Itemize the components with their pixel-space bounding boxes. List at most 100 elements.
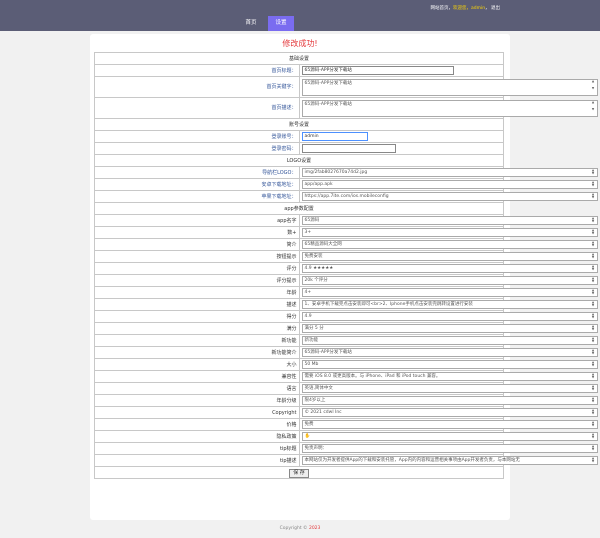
app-setting-label: tip描述 bbox=[94, 454, 300, 467]
app-setting-input[interactable]: 免费 ▲ ▼ bbox=[301, 419, 598, 429]
spinner-arrows-icon[interactable]: ▲ ▼ bbox=[591, 277, 596, 284]
app-setting-input[interactable]: 免责声明： ▲ ▼ bbox=[301, 443, 598, 453]
app-setting-input[interactable]: 4.9 ▲ ▼ bbox=[301, 311, 598, 321]
spinner-arrows-icon[interactable]: ▲ ▼ bbox=[591, 361, 596, 368]
logo-setting-input[interactable]: app/app.apk ▲ ▼ bbox=[301, 179, 598, 189]
app-setting-value: 本网站仅为开发者提供App的下载和安装托管，App内的内容和运营相关事项由App… bbox=[304, 457, 520, 463]
app-setting-row: app名字 65源码 ▲ ▼ bbox=[94, 214, 598, 227]
home-title-input[interactable]: 65源码-APP分发下载站 bbox=[301, 65, 454, 75]
logo-setting-input[interactable]: img/2fab8027670a74d2.jpg ▲ ▼ bbox=[301, 167, 598, 177]
spinner-arrows-icon[interactable]: ▲ ▼ bbox=[591, 181, 596, 188]
spinner-arrows-icon[interactable]: ▲ ▼ bbox=[591, 397, 596, 404]
spinner-arrows-icon[interactable]: ▲ ▼ bbox=[591, 373, 596, 380]
logo-setting-row: 安卓下载地址： app/app.apk ▲ ▼ bbox=[94, 178, 598, 191]
app-setting-row: 语言 英语,简体中文 ▲ ▼ bbox=[94, 382, 598, 395]
app-setting-input[interactable]: 满分 5 分 ▲ ▼ bbox=[301, 323, 598, 333]
app-setting-label: 描述 bbox=[94, 298, 300, 311]
app-setting-label: 满分 bbox=[94, 322, 300, 335]
section-app: app参数配置 bbox=[94, 202, 504, 215]
app-setting-input[interactable]: 免费安装 ▲ ▼ bbox=[301, 251, 598, 261]
app-setting-input[interactable]: 50 Mb ▲ ▼ bbox=[301, 359, 598, 369]
app-setting-input[interactable]: 需要 iOS 8.0 或更高版本。与 iPhone、iPad 和 iPod to… bbox=[301, 371, 598, 381]
app-setting-value: 1、安卓手机下载完点击安装即可<br>2、Iphone手机点击安装完跳转设置进行… bbox=[304, 301, 473, 307]
section-logo: LOGO设置 bbox=[94, 154, 504, 167]
site-home-link[interactable]: 网站首页， bbox=[430, 6, 453, 11]
keywords-textarea[interactable]: 65源码-APP分发下载站 ▲ ▼ bbox=[301, 78, 598, 96]
settings-form: 基础设置 首页标题： 65源码-APP分发下载站 首页关键字： 65源码-APP… bbox=[94, 52, 598, 479]
logo-setting-label: 苹果下载地址： bbox=[94, 190, 300, 203]
app-setting-row: 数+ 3+ ▲ ▼ bbox=[94, 226, 598, 239]
scroll-arrows-icon[interactable]: ▲ ▼ bbox=[591, 79, 596, 95]
logout-link[interactable]: 退出 bbox=[491, 6, 500, 11]
logo-setting-label: 导航栏LOGO： bbox=[94, 166, 300, 179]
app-setting-input[interactable]: 1、安卓手机下载完点击安装即可<br>2、Iphone手机点击安装完跳转设置进行… bbox=[301, 299, 598, 309]
app-setting-input[interactable]: 65源码 ▲ ▼ bbox=[301, 215, 598, 225]
app-setting-value: 20k 个评分 bbox=[304, 277, 328, 283]
spinner-arrows-icon[interactable]: ▲ ▼ bbox=[591, 337, 596, 344]
app-setting-input[interactable]: 限4岁以上 ▲ ▼ bbox=[301, 395, 598, 405]
spinner-arrows-icon[interactable]: ▲ ▼ bbox=[591, 265, 596, 272]
app-setting-label: 新功能简介 bbox=[94, 346, 300, 359]
section-title: 基础设置 bbox=[94, 52, 504, 65]
app-setting-input[interactable]: 4.9 ★★★★★ ▲ ▼ bbox=[301, 263, 598, 273]
app-setting-row: 评分 4.9 ★★★★★ ▲ ▼ bbox=[94, 262, 598, 275]
app-setting-row: tip标题 免责声明： ▲ ▼ bbox=[94, 442, 598, 455]
spinner-arrows-icon[interactable]: ▲ ▼ bbox=[591, 241, 596, 248]
app-setting-row: 年龄 4+ ▲ ▼ bbox=[94, 286, 598, 299]
spinner-arrows-icon[interactable]: ▲ ▼ bbox=[591, 325, 596, 332]
spinner-arrows-icon[interactable]: ▲ ▼ bbox=[591, 313, 596, 320]
app-setting-label: 价格 bbox=[94, 418, 300, 431]
login-password-input[interactable] bbox=[301, 143, 396, 153]
app-setting-input[interactable]: 65源码-APP分发下载站 ▲ ▼ bbox=[301, 347, 598, 357]
description-text: 65源码-APP分发下载站 bbox=[304, 101, 352, 107]
section-title: LOGO设置 bbox=[94, 154, 504, 167]
spinner-arrows-icon[interactable]: ▲ ▼ bbox=[591, 217, 596, 224]
login-account-input[interactable]: admin bbox=[301, 131, 368, 141]
app-setting-row: Copyright © 2021 cdwl Inc ▲ ▼ bbox=[94, 406, 598, 419]
username-link[interactable]: admin bbox=[471, 6, 485, 11]
spinner-arrows-icon[interactable]: ▲ ▼ bbox=[591, 301, 596, 308]
spinner-arrows-icon[interactable]: ▲ ▼ bbox=[591, 229, 596, 236]
spinner-arrows-icon[interactable]: ▲ ▼ bbox=[591, 445, 596, 452]
app-setting-label: 评分 bbox=[94, 262, 300, 275]
app-setting-input[interactable]: 65精品源码大全网 ▲ ▼ bbox=[301, 239, 598, 249]
spinner-arrows-icon[interactable]: ▲ ▼ bbox=[591, 349, 596, 356]
nav-settings[interactable]: 设置 bbox=[268, 16, 294, 31]
app-setting-value: 限4岁以上 bbox=[304, 397, 326, 403]
app-setting-value: 满分 5 分 bbox=[304, 325, 324, 331]
spinner-arrows-icon[interactable]: ▲ ▼ bbox=[591, 421, 596, 428]
app-setting-input[interactable]: 4+ ▲ ▼ bbox=[301, 287, 598, 297]
app-setting-value: 65源码 bbox=[304, 217, 320, 223]
app-setting-input[interactable]: 新功能 ▲ ▼ bbox=[301, 335, 598, 345]
spinner-arrows-icon[interactable]: ▲ ▼ bbox=[591, 253, 596, 260]
app-setting-input[interactable]: 英语,简体中文 ▲ ▼ bbox=[301, 383, 598, 393]
app-setting-input[interactable]: ✋ ▲ ▼ bbox=[301, 431, 598, 441]
spinner-arrows-icon[interactable]: ▲ ▼ bbox=[591, 457, 596, 464]
user-info: 网站首页，欢迎您，admin， 退出 bbox=[430, 5, 500, 11]
spinner-arrows-icon[interactable]: ▲ ▼ bbox=[591, 433, 596, 440]
app-setting-value: © 2021 cdwl Inc bbox=[304, 409, 342, 415]
app-setting-row: 按钮提示 免费安装 ▲ ▼ bbox=[94, 250, 598, 263]
app-setting-value: 4.9 bbox=[304, 313, 312, 319]
spinner-arrows-icon[interactable]: ▲ ▼ bbox=[591, 289, 596, 296]
spinner-arrows-icon[interactable]: ▲ ▼ bbox=[591, 409, 596, 416]
app-setting-row: 年龄分级 限4岁以上 ▲ ▼ bbox=[94, 394, 598, 407]
save-button[interactable]: 保 存 bbox=[289, 468, 309, 478]
app-setting-input[interactable]: 本网站仅为开发者提供App的下载和安装托管，App内的内容和运营相关事项由App… bbox=[301, 455, 598, 465]
spinner-arrows-icon[interactable]: ▲ ▼ bbox=[591, 385, 596, 392]
app-setting-row: 隐私政策 ✋ ▲ ▼ bbox=[94, 430, 598, 443]
app-setting-row: 简介 65精品源码大全网 ▲ ▼ bbox=[94, 238, 598, 251]
app-setting-row: tip描述 本网站仅为开发者提供App的下载和安装托管，App内的内容和运营相关事… bbox=[94, 454, 598, 467]
description-textarea[interactable]: 65源码-APP分发下载站 ▲ ▼ bbox=[301, 99, 598, 117]
app-setting-input[interactable]: 3+ ▲ ▼ bbox=[301, 227, 598, 237]
scroll-arrows-icon[interactable]: ▲ ▼ bbox=[591, 100, 596, 116]
greeting-text: 欢迎您， bbox=[452, 6, 471, 11]
app-setting-input[interactable]: 20k 个评分 ▲ ▼ bbox=[301, 275, 598, 285]
app-setting-label: 简介 bbox=[94, 238, 300, 251]
spinner-arrows-icon[interactable]: ▲ ▼ bbox=[591, 169, 596, 176]
section-basic: 基础设置 bbox=[94, 52, 504, 65]
logo-setting-input[interactable]: https://app.7ite.com/ios.mobileconfig ▲ ▼ bbox=[301, 191, 598, 201]
spinner-arrows-icon[interactable]: ▲ ▼ bbox=[591, 193, 596, 200]
app-setting-input[interactable]: © 2021 cdwl Inc ▲ ▼ bbox=[301, 407, 598, 417]
nav-home[interactable]: 首页 bbox=[240, 16, 262, 31]
